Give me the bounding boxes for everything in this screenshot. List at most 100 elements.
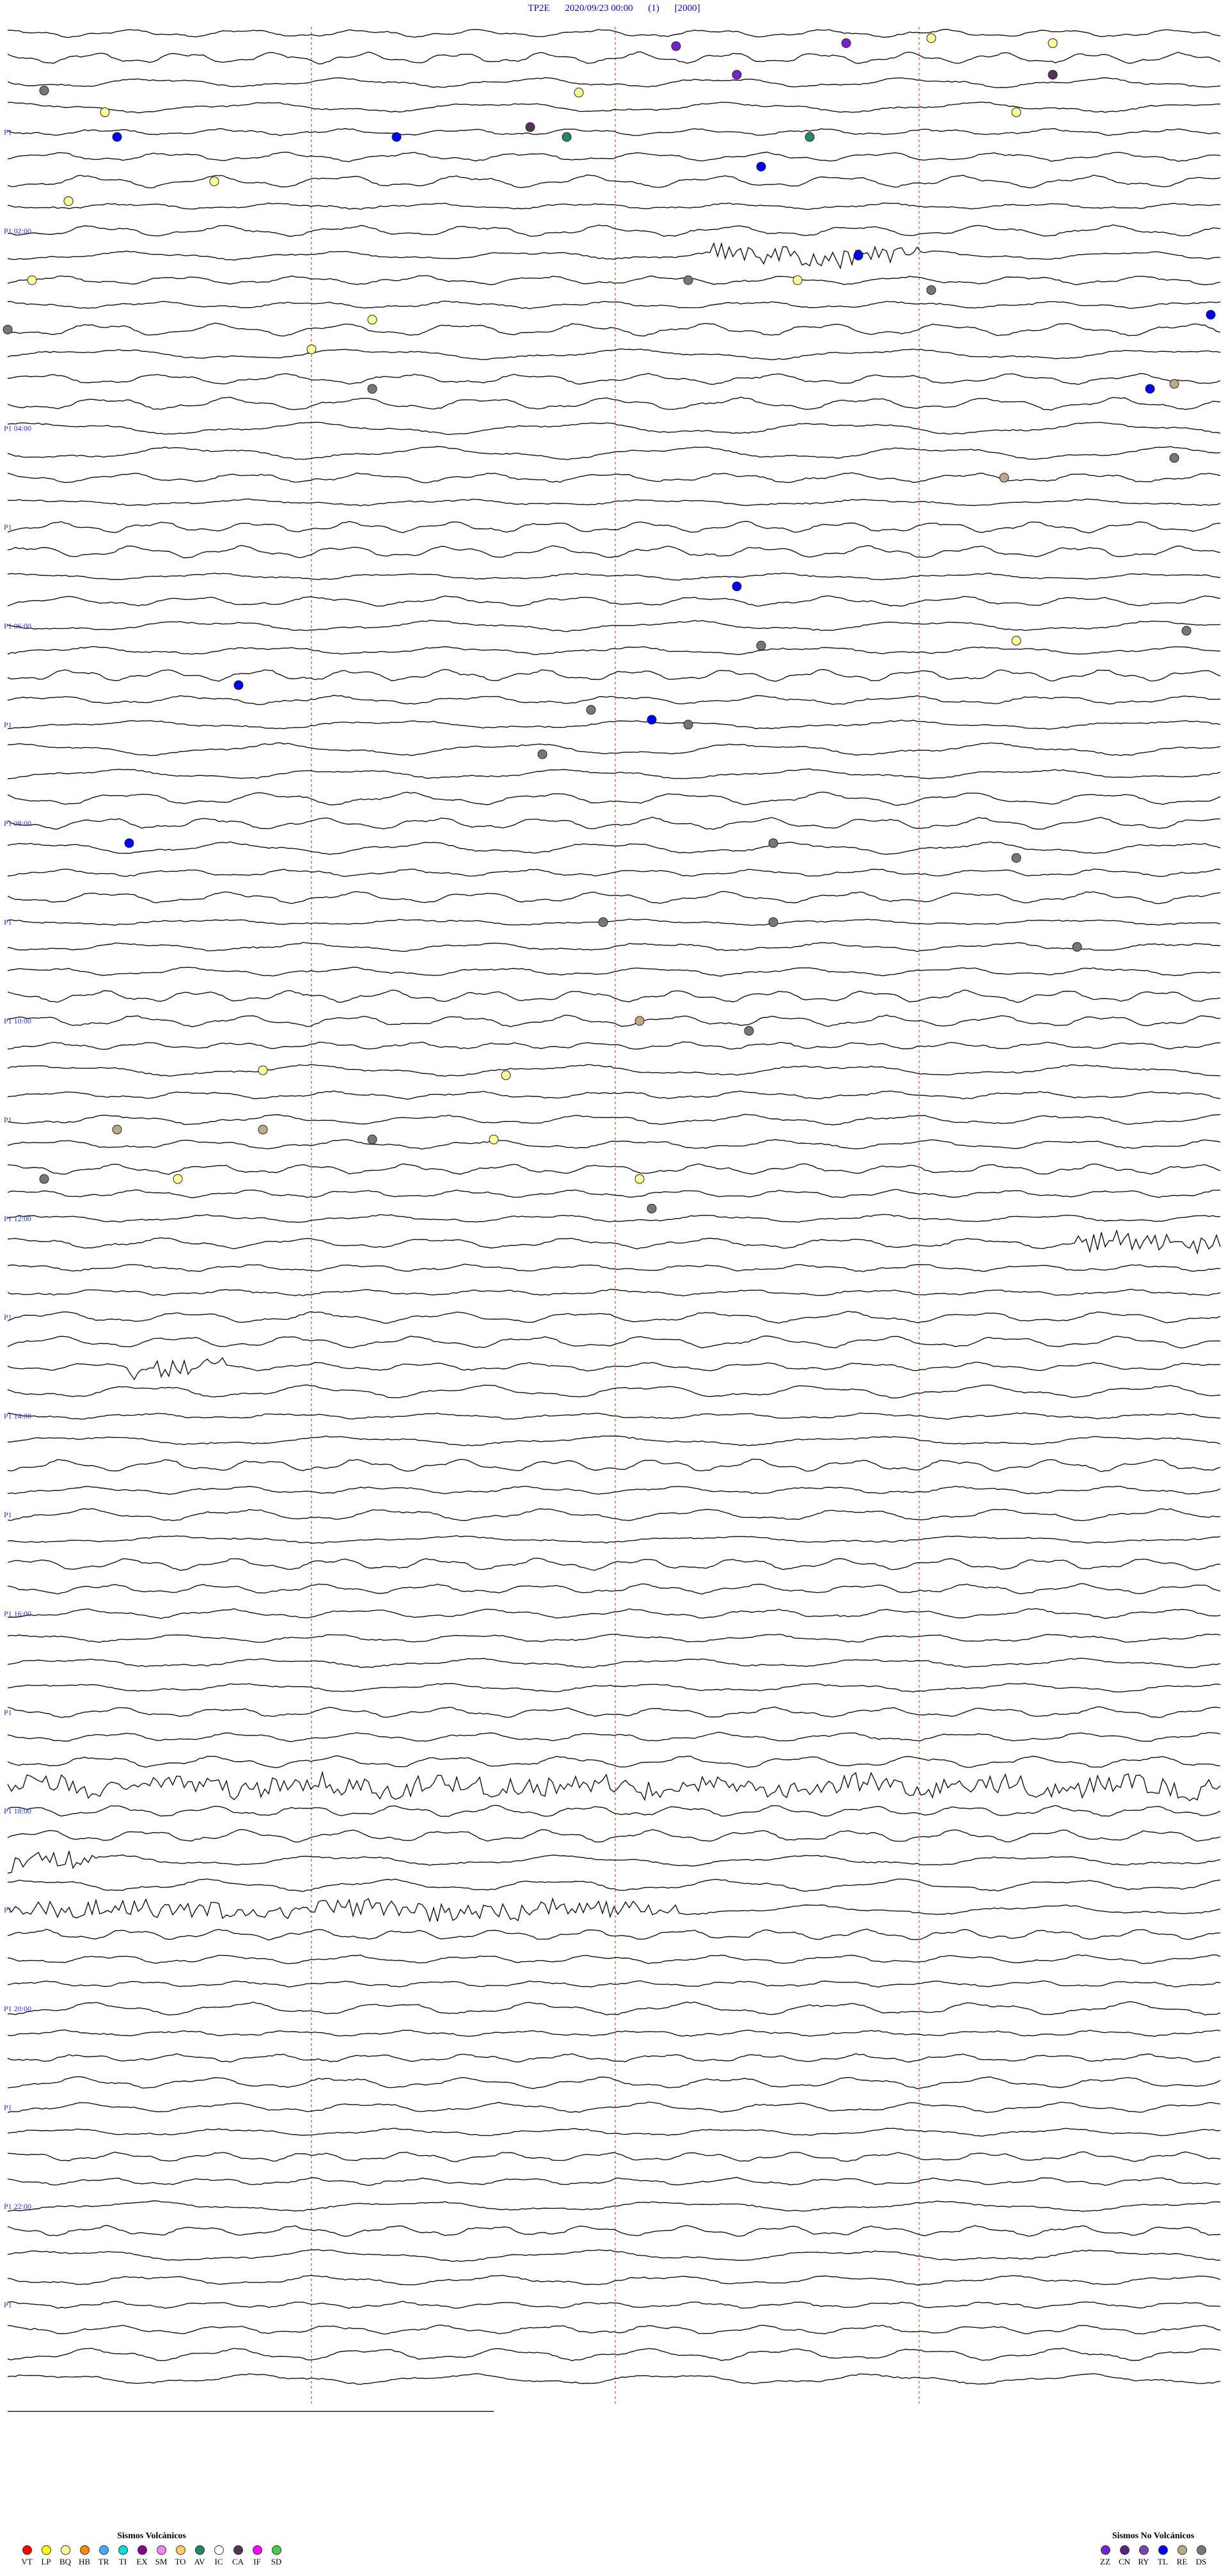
legend-code: TL (1158, 2557, 1168, 2566)
event-marker-bq (501, 1070, 511, 1080)
legend-item-sm: SM (154, 2545, 169, 2567)
trace-line (7, 919, 1221, 926)
trace-line (7, 1357, 1221, 1380)
legend-dot-icon (214, 2545, 224, 2555)
event-marker-bq (926, 33, 936, 43)
hour-tick: P1 (4, 1906, 12, 1915)
event-marker-ds (683, 720, 693, 730)
trace-line (7, 720, 1221, 730)
event-marker-ds (1011, 853, 1021, 863)
legend-code: TR (98, 2557, 109, 2566)
hour-tick: P1 (4, 1708, 12, 1717)
legend-dot-icon (1196, 2545, 1206, 2555)
event-marker-ds (647, 1203, 657, 1213)
hour-label: P1 20:00 (4, 2004, 31, 2013)
legend-item-ex: EX (134, 2545, 150, 2567)
trace-line (7, 174, 1221, 189)
trace-line (7, 101, 1221, 114)
legend-volcanic-items: VT LP BQ HB TR TI EX SM TO AV IC CA IF SD (19, 2545, 284, 2567)
event-marker-bq (27, 275, 37, 285)
hour-label: P1 12:00 (4, 1214, 31, 1223)
legend-dot-icon (1119, 2545, 1130, 2555)
legend-item-sd: SD (269, 2545, 284, 2567)
legend-dot-icon (233, 2545, 243, 2555)
legend-dot-icon (194, 2545, 205, 2555)
event-marker-tl (1206, 310, 1216, 320)
legend-nonvolcanic: Sismos No Volcánicos ZZ CN RY TL RE DS (1098, 2531, 1209, 2567)
trace-line (7, 990, 1221, 1003)
trace-line (8, 301, 1221, 310)
trace-line (7, 1897, 1221, 1923)
trace-line (7, 668, 1221, 682)
event-marker-tl (391, 132, 402, 142)
legend-dot-icon (41, 2545, 51, 2555)
trace-line (8, 1878, 1221, 1892)
trace-line (7, 498, 1221, 507)
hour-tick: P1 (4, 720, 12, 729)
trace-line (7, 472, 1221, 484)
event-marker-bq (209, 177, 219, 187)
event-marker-bq (367, 315, 377, 325)
trace-line (7, 890, 1221, 905)
legend-item-ry: RY (1136, 2545, 1151, 2567)
event-marker-av (562, 132, 572, 142)
hour-tick: P1 (4, 1115, 12, 1124)
legend-dot-icon (118, 2545, 128, 2555)
trace-line (7, 942, 1221, 952)
event-marker-bq (306, 344, 317, 354)
trace-line (7, 1114, 1221, 1126)
hour-labels: P1 P1 02:00 P1 P1 04:00 P1 P1 06:00 P1 P1 08:00… (4, 127, 31, 2309)
trace-line (7, 645, 1221, 655)
trace-line (7, 868, 1221, 878)
event-markers (3, 33, 1216, 1213)
event-marker-ds (768, 838, 778, 848)
trace-line (7, 816, 1221, 830)
hour-tick: P1 (4, 1510, 12, 1519)
event-marker-bq (1048, 38, 1058, 48)
trace-line (7, 2053, 1221, 2063)
trace-line (7, 77, 1221, 88)
hour-label: P1 08:00 (4, 819, 31, 828)
legend-volcanic: Sismos Volcánicos VT LP BQ HB TR TI EX SM TO AV IC… (19, 2531, 284, 2567)
trace-line (7, 2128, 1221, 2137)
event-marker-ds (1169, 453, 1179, 463)
trace-line (7, 1412, 1221, 1420)
hour-label: P1 10:00 (4, 1016, 31, 1025)
trace-line (7, 619, 1221, 633)
trace-line (7, 1980, 1221, 1988)
trace-line (7, 2076, 1221, 2089)
legend-dot-icon (1158, 2545, 1168, 2555)
trace-line (7, 51, 1221, 65)
event-marker-tl (124, 838, 134, 848)
legend-code: CN (1118, 2557, 1131, 2566)
trace-line (7, 1213, 1221, 1223)
event-marker-ds (367, 384, 377, 394)
legend-item-cn: CN (1117, 2545, 1132, 2567)
event-marker-bq (489, 1134, 499, 1144)
hour-tick: P1 (4, 523, 12, 532)
legend-item-vt: VT (19, 2545, 35, 2567)
event-marker-ds (367, 1134, 377, 1144)
legend-code: RE (1176, 2557, 1188, 2566)
legend-dot-icon (1138, 2545, 1149, 2555)
hour-label: P1 06:00 (4, 621, 31, 630)
trace-lines (7, 29, 1221, 2412)
trace-line (7, 242, 1221, 270)
legend-item-bq: BQ (58, 2545, 73, 2567)
event-marker-ds (586, 705, 596, 715)
event-marker-bq (173, 1174, 183, 1184)
legend-code: IF (253, 2557, 261, 2566)
legend-item-if: IF (249, 2545, 265, 2567)
event-marker-bq (574, 88, 584, 98)
trace-line (7, 128, 1221, 136)
trace-line (7, 1508, 1221, 1521)
trace-line (7, 1770, 1221, 1801)
legend-code: SM (155, 2557, 168, 2566)
event-marker-tl (853, 250, 863, 260)
hour-label: P1 22:00 (4, 2202, 31, 2211)
seismogram-plot: P1 P1 02:00 P1 P1 04:00 P1 P1 06:00 P1 P1 08:00… (3, 27, 1221, 2412)
trace-line (7, 1335, 1221, 1349)
trace-line (7, 2200, 1221, 2212)
event-marker-ds (1181, 626, 1192, 636)
event-marker-tl (647, 715, 657, 725)
